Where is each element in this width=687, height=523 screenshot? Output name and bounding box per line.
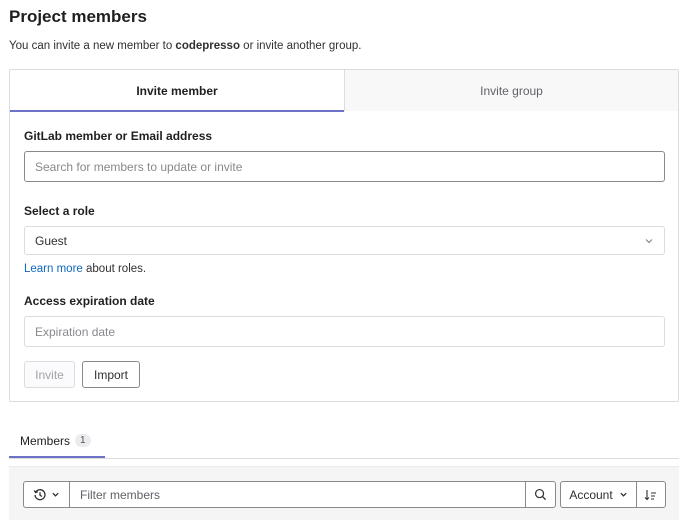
intro-after: or invite another group.: [239, 40, 362, 52]
role-value: Guest: [35, 233, 68, 248]
chevron-down-icon: [644, 236, 654, 246]
filter-members-input[interactable]: Filter members: [70, 482, 525, 507]
expiration-placeholder: Expiration date: [35, 324, 116, 339]
tab-invite-group[interactable]: Invite group: [344, 70, 678, 111]
role-label: Select a role: [24, 204, 95, 218]
project-name: codepresso: [175, 40, 240, 52]
filter-placeholder: Filter members: [80, 487, 161, 502]
intro-text: You can invite a new member to codepress…: [9, 40, 361, 52]
sort-direction-icon: [644, 489, 658, 501]
roles-help: Learn more about roles.: [24, 263, 146, 275]
history-icon: [33, 488, 47, 502]
tabs-divider: [9, 458, 679, 459]
members-filter-bar: Filter members Account: [9, 466, 679, 520]
tab-members[interactable]: Members 1: [9, 423, 105, 458]
members-tab-label: Members: [20, 433, 71, 448]
search-button[interactable]: [525, 482, 555, 507]
expiration-date-input[interactable]: Expiration date: [24, 316, 665, 347]
chevron-down-icon: [619, 490, 628, 499]
sort-group: Account: [560, 481, 666, 508]
filter-search-group: Filter members: [23, 481, 556, 508]
page-title: Project members: [9, 7, 147, 26]
roles-help-suffix: about roles.: [82, 263, 147, 275]
invite-tabs: Invite member Invite group: [10, 70, 678, 112]
member-label: GitLab member or Email address: [24, 129, 213, 143]
member-search-input[interactable]: Search for members to update or invite: [24, 151, 665, 182]
members-count-badge: 1: [75, 434, 91, 447]
import-button[interactable]: Import: [82, 361, 140, 388]
invite-button[interactable]: Invite: [24, 361, 75, 388]
chevron-down-icon: [51, 490, 60, 499]
sort-direction-button[interactable]: [637, 482, 665, 507]
invite-card: Invite member Invite group GitLab member…: [9, 69, 679, 402]
expiration-label: Access expiration date: [24, 294, 155, 308]
tab-invite-member[interactable]: Invite member: [10, 70, 344, 112]
search-icon: [534, 488, 547, 501]
sort-by-dropdown[interactable]: Account: [561, 482, 637, 507]
member-search-placeholder: Search for members to update or invite: [35, 159, 243, 174]
sort-value: Account: [569, 487, 613, 502]
learn-more-link[interactable]: Learn more: [24, 263, 83, 275]
recent-searches-button[interactable]: [24, 482, 70, 507]
role-select[interactable]: Guest: [24, 226, 665, 255]
intro-before: You can invite a new member to: [9, 40, 176, 52]
